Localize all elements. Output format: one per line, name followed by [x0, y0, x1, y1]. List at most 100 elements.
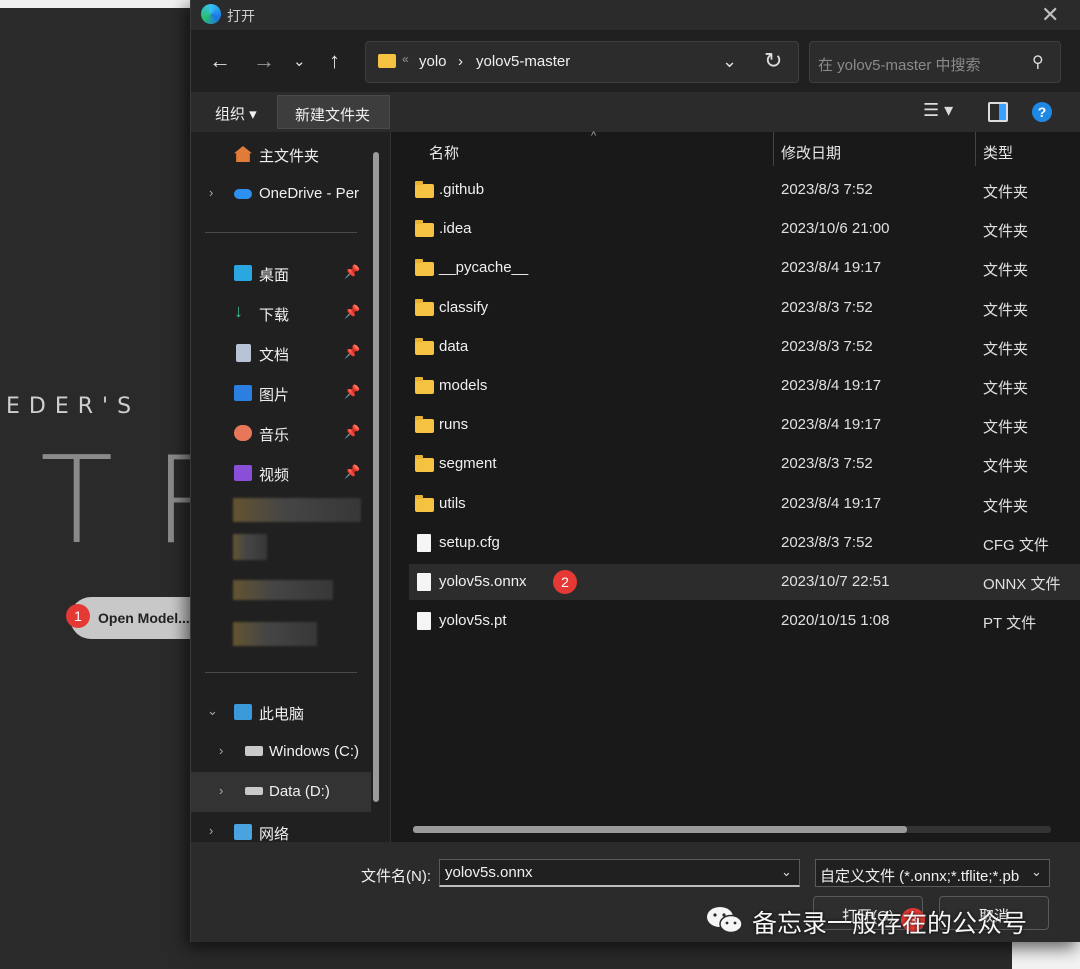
download-icon: ↓ [234, 301, 243, 321]
pin-icon[interactable]: 📌 [344, 304, 360, 320]
column-divider[interactable] [975, 132, 976, 166]
file-row[interactable]: setup.cfg 2023/8/3 7:52 CFG 文件 [409, 525, 1080, 561]
sidebar-scrollbar[interactable] [371, 152, 381, 802]
up-arrow-icon[interactable]: ↑ [329, 48, 340, 74]
folder-icon [415, 220, 434, 238]
help-icon[interactable]: ? [1032, 102, 1052, 122]
file-name: yolov5s.onnx [439, 573, 527, 590]
file-row[interactable]: yolov5s.onnx 2023/10/7 22:51 ONNX 文件 2 [409, 564, 1080, 600]
sidebar-item-desktop[interactable]: 桌面 📌 [191, 253, 371, 293]
pin-icon[interactable]: 📌 [344, 384, 360, 400]
blurred-sidebar-item[interactable] [233, 580, 333, 600]
sidebar-item-videos[interactable]: 视频 📌 [191, 453, 371, 493]
file-row[interactable]: yolov5s.pt 2020/10/15 1:08 PT 文件 [409, 603, 1080, 639]
chevron-right-icon[interactable]: › [219, 743, 223, 758]
file-name: runs [439, 416, 469, 434]
view-options-icon[interactable]: ☰ ▾ [923, 100, 953, 121]
file-type: ONNX 文件 [983, 576, 1061, 593]
blurred-sidebar-item[interactable] [233, 498, 361, 522]
chevron-right-icon[interactable]: › [209, 185, 213, 200]
organize-menu[interactable]: 组织 ▾ [215, 103, 257, 124]
pin-icon[interactable]: 📌 [344, 424, 360, 440]
sidebar-item-drive-c[interactable]: › Windows (C:) [191, 732, 371, 772]
breadcrumb-overflow[interactable]: « [402, 52, 409, 66]
search-icon[interactable]: ⚲ [1032, 52, 1044, 72]
back-arrow-icon[interactable]: ← [209, 48, 231, 74]
file-row[interactable]: utils 2023/8/4 19:17 文件夹 [409, 486, 1080, 522]
file-name: setup.cfg [439, 533, 500, 551]
sidebar-item-drive-d[interactable]: › Data (D:) [191, 772, 371, 812]
chevron-down-icon[interactable]: ⌄ [1031, 864, 1042, 880]
close-icon[interactable]: ✕ [1041, 2, 1059, 28]
sort-indicator-icon: ^ [591, 130, 597, 142]
file-row[interactable]: models 2023/8/4 19:17 文件夹 [409, 368, 1080, 404]
horizontal-scrollbar-thumb[interactable] [413, 826, 907, 833]
folder-icon [415, 416, 434, 434]
sidebar-divider [205, 672, 357, 673]
file-type: 文件夹 [983, 301, 1029, 319]
preview-pane-icon[interactable] [988, 102, 1008, 122]
chevron-down-icon[interactable]: ⌄ [722, 51, 737, 72]
file-name: utils [439, 494, 466, 512]
sidebar-item-pictures[interactable]: 图片 📌 [191, 373, 371, 413]
sidebar-item-downloads[interactable]: ↓ 下载 📌 [191, 293, 371, 333]
sidebar-item-label: 此电脑 [259, 706, 305, 723]
file-row[interactable]: data 2023/8/3 7:52 文件夹 [409, 329, 1080, 365]
file-type: CFG 文件 [983, 536, 1049, 554]
breadcrumb-yolov5-master[interactable]: yolov5-master [476, 53, 570, 70]
pictures-icon [234, 385, 252, 401]
breadcrumb-separator[interactable]: › [458, 53, 463, 70]
refresh-icon[interactable]: ↻ [764, 48, 782, 74]
file-type: PT 文件 [983, 615, 1037, 633]
blurred-sidebar-item[interactable] [233, 622, 317, 646]
sidebar-item-label: 主文件夹 [259, 148, 320, 165]
column-divider[interactable] [773, 132, 774, 166]
forward-arrow-icon[interactable]: → [253, 48, 275, 74]
file-row[interactable]: segment 2023/8/3 7:52 文件夹 [409, 446, 1080, 482]
address-bar[interactable]: « yolo › yolov5-master ⌄ ↻ [365, 41, 799, 83]
filename-field[interactable] [439, 859, 800, 887]
file-type: 文件夹 [983, 419, 1029, 437]
chevron-right-icon[interactable]: › [209, 823, 213, 838]
file-type-filter[interactable]: 自定义文件 (*.onnx;*.tflite;*.pb [815, 859, 1050, 887]
music-icon [234, 425, 252, 441]
file-row[interactable]: __pycache__ 2023/8/4 19:17 文件夹 [409, 250, 1080, 286]
sidebar-item-onedrive[interactable]: › OneDrive - Per [191, 174, 371, 214]
sidebar-item-network[interactable]: › 网络 [191, 812, 371, 842]
breadcrumb-yolo[interactable]: yolo [419, 53, 447, 70]
sidebar-item-music[interactable]: 音乐 📌 [191, 413, 371, 453]
sidebar-item-label: 文档 [259, 347, 290, 364]
sidebar-item-label: 视频 [259, 467, 290, 484]
pin-icon[interactable]: 📌 [344, 464, 360, 480]
file-icon [417, 533, 431, 552]
column-header-name[interactable]: 名称 [429, 142, 459, 163]
blurred-sidebar-item[interactable] [233, 534, 267, 560]
file-row[interactable]: .idea 2023/10/6 21:00 文件夹 [409, 211, 1080, 247]
sidebar-item-label: Windows (C:) [269, 743, 360, 760]
file-name: .idea [439, 220, 472, 238]
file-row[interactable]: .github 2023/8/3 7:52 文件夹 [409, 172, 1080, 208]
sidebar-item-this-pc[interactable]: ⌄ 此电脑 [191, 692, 371, 732]
column-header-date[interactable]: 修改日期 [781, 142, 841, 163]
recent-locations-chevron-icon[interactable]: ⌄ [293, 52, 306, 70]
chevron-down-icon[interactable]: ⌄ [781, 864, 792, 880]
file-date: 2023/8/4 19:17 [781, 416, 882, 434]
folder-icon [415, 181, 434, 198]
search-input[interactable]: 在 yolov5-master 中搜索 ⚲ [809, 41, 1061, 83]
column-header-type[interactable]: 类型 [983, 142, 1013, 163]
chevron-right-icon[interactable]: › [219, 783, 223, 798]
edge-browser-icon [201, 4, 221, 24]
step-badge-2: 2 [553, 570, 577, 594]
new-folder-button[interactable]: 新建文件夹 [277, 95, 390, 129]
pin-icon[interactable]: 📌 [344, 264, 360, 280]
file-date: 2020/10/15 1:08 [781, 612, 890, 630]
sidebar-item-documents[interactable]: 文档 📌 [191, 333, 371, 373]
pin-icon[interactable]: 📌 [344, 344, 360, 360]
file-row[interactable]: classify 2023/8/3 7:52 文件夹 [409, 290, 1080, 326]
sidebar-item-home[interactable]: 主文件夹 [191, 134, 371, 174]
chevron-down-icon[interactable]: ⌄ [207, 703, 218, 719]
scrollbar-thumb[interactable] [373, 152, 379, 802]
sidebar-item-label: OneDrive - Per [259, 185, 360, 202]
file-type: 文件夹 [983, 184, 1029, 201]
file-row[interactable]: runs 2023/8/4 19:17 文件夹 [409, 407, 1080, 443]
